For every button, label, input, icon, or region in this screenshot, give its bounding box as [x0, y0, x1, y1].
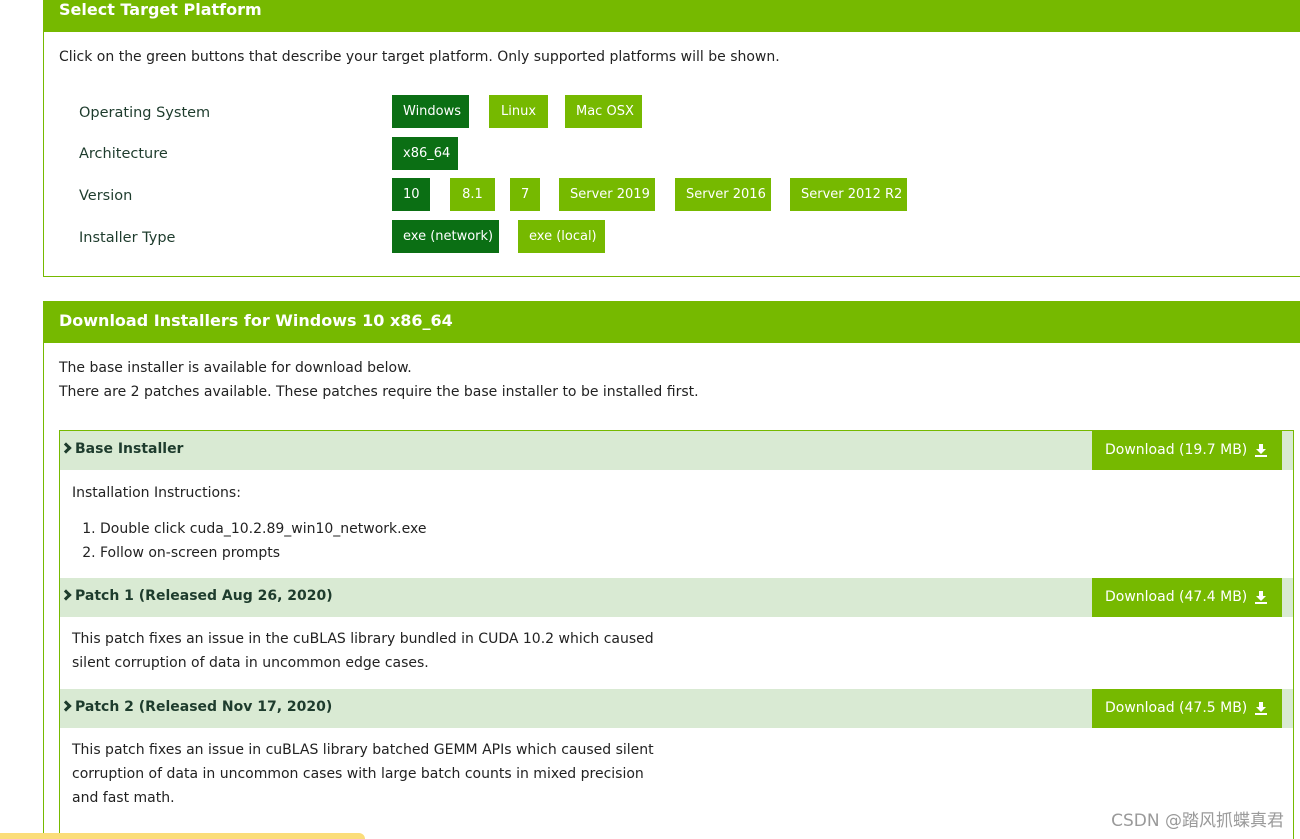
chevron-right-icon — [60, 700, 72, 712]
download-icon — [1255, 591, 1267, 604]
select-target-platform-panel: Select Target Platform Click on the gree… — [43, 0, 1300, 277]
option-exe-local[interactable]: exe (local) — [518, 220, 605, 253]
patch-1-title: Patch 1 (Released Aug 26, 2020) — [75, 588, 333, 604]
option-x86-64[interactable]: x86_64 — [392, 137, 458, 170]
option-server-2016[interactable]: Server 2016 — [675, 178, 771, 211]
download-icon — [1255, 702, 1267, 715]
download-intro-line2: There are 2 patches available. These pat… — [59, 384, 699, 400]
chevron-right-icon — [60, 442, 72, 454]
option-mac-osx[interactable]: Mac OSX — [565, 95, 642, 128]
option-windows[interactable]: Windows — [392, 95, 469, 128]
installer-type-label: Installer Type — [79, 230, 176, 246]
description-line: corruption of data in uncommon cases wit… — [72, 766, 644, 782]
version-label: Version — [79, 188, 133, 204]
download-base-installer-button[interactable]: Download (19.7 MB) — [1092, 431, 1282, 470]
download-intro-line1: The base installer is available for down… — [59, 360, 412, 376]
bottom-highlight-strip — [0, 833, 365, 839]
base-installer-title: Base Installer — [75, 441, 184, 457]
os-label: Operating System — [79, 105, 211, 121]
option-version-10[interactable]: 10 — [392, 178, 430, 211]
instructions-title: Installation Instructions: — [72, 485, 241, 501]
platform-intro: Click on the green buttons that describe… — [59, 49, 780, 65]
installers-list: Base Installer Download (19.7 MB) Instal… — [59, 430, 1294, 839]
patch-1-header[interactable]: Patch 1 (Released Aug 26, 2020) Download… — [60, 578, 1293, 617]
watermark: CSDN @踏风抓蝶真君 — [1111, 811, 1284, 831]
option-server-2012-r2[interactable]: Server 2012 R2 — [790, 178, 907, 211]
patch-2-header[interactable]: Patch 2 (Released Nov 17, 2020) Download… — [60, 689, 1293, 728]
download-button-label: Download (47.5 MB) — [1105, 700, 1248, 716]
download-patch-1-button[interactable]: Download (47.4 MB) — [1092, 578, 1282, 617]
download-button-label: Download (19.7 MB) — [1105, 442, 1248, 458]
option-linux[interactable]: Linux — [489, 95, 548, 128]
instruction-steps: Double click cuda_10.2.89_win10_network.… — [72, 517, 426, 565]
base-installer-header[interactable]: Base Installer Download (19.7 MB) — [60, 431, 1293, 470]
option-version-7[interactable]: 7 — [510, 178, 540, 211]
download-installers-panel: Download Installers for Windows 10 x86_6… — [43, 301, 1300, 839]
chevron-right-icon — [60, 589, 72, 601]
download-icon — [1255, 444, 1267, 457]
download-patch-2-button[interactable]: Download (47.5 MB) — [1092, 689, 1282, 728]
base-installer-body: Installation Instructions: Double click … — [72, 481, 426, 565]
option-exe-network[interactable]: exe (network) — [392, 220, 499, 253]
description-line: silent corruption of data in uncommon ed… — [72, 655, 429, 671]
patch-2-description: This patch fixes an issue in cuBLAS libr… — [72, 738, 654, 810]
panel-title: Select Target Platform — [44, 0, 1300, 32]
download-panel-title: Download Installers for Windows 10 x86_6… — [44, 301, 1300, 343]
option-version-8-1[interactable]: 8.1 — [450, 178, 495, 211]
patch-2-title: Patch 2 (Released Nov 17, 2020) — [75, 699, 333, 715]
list-item: Double click cuda_10.2.89_win10_network.… — [100, 517, 426, 541]
patch-1-description: This patch fixes an issue in the cuBLAS … — [72, 627, 654, 675]
option-server-2019[interactable]: Server 2019 — [559, 178, 655, 211]
description-line: and fast math. — [72, 790, 175, 806]
description-line: This patch fixes an issue in cuBLAS libr… — [72, 742, 654, 758]
download-button-label: Download (47.4 MB) — [1105, 589, 1248, 605]
list-item: Follow on-screen prompts — [100, 541, 426, 565]
architecture-label: Architecture — [79, 146, 168, 162]
description-line: This patch fixes an issue in the cuBLAS … — [72, 631, 654, 647]
